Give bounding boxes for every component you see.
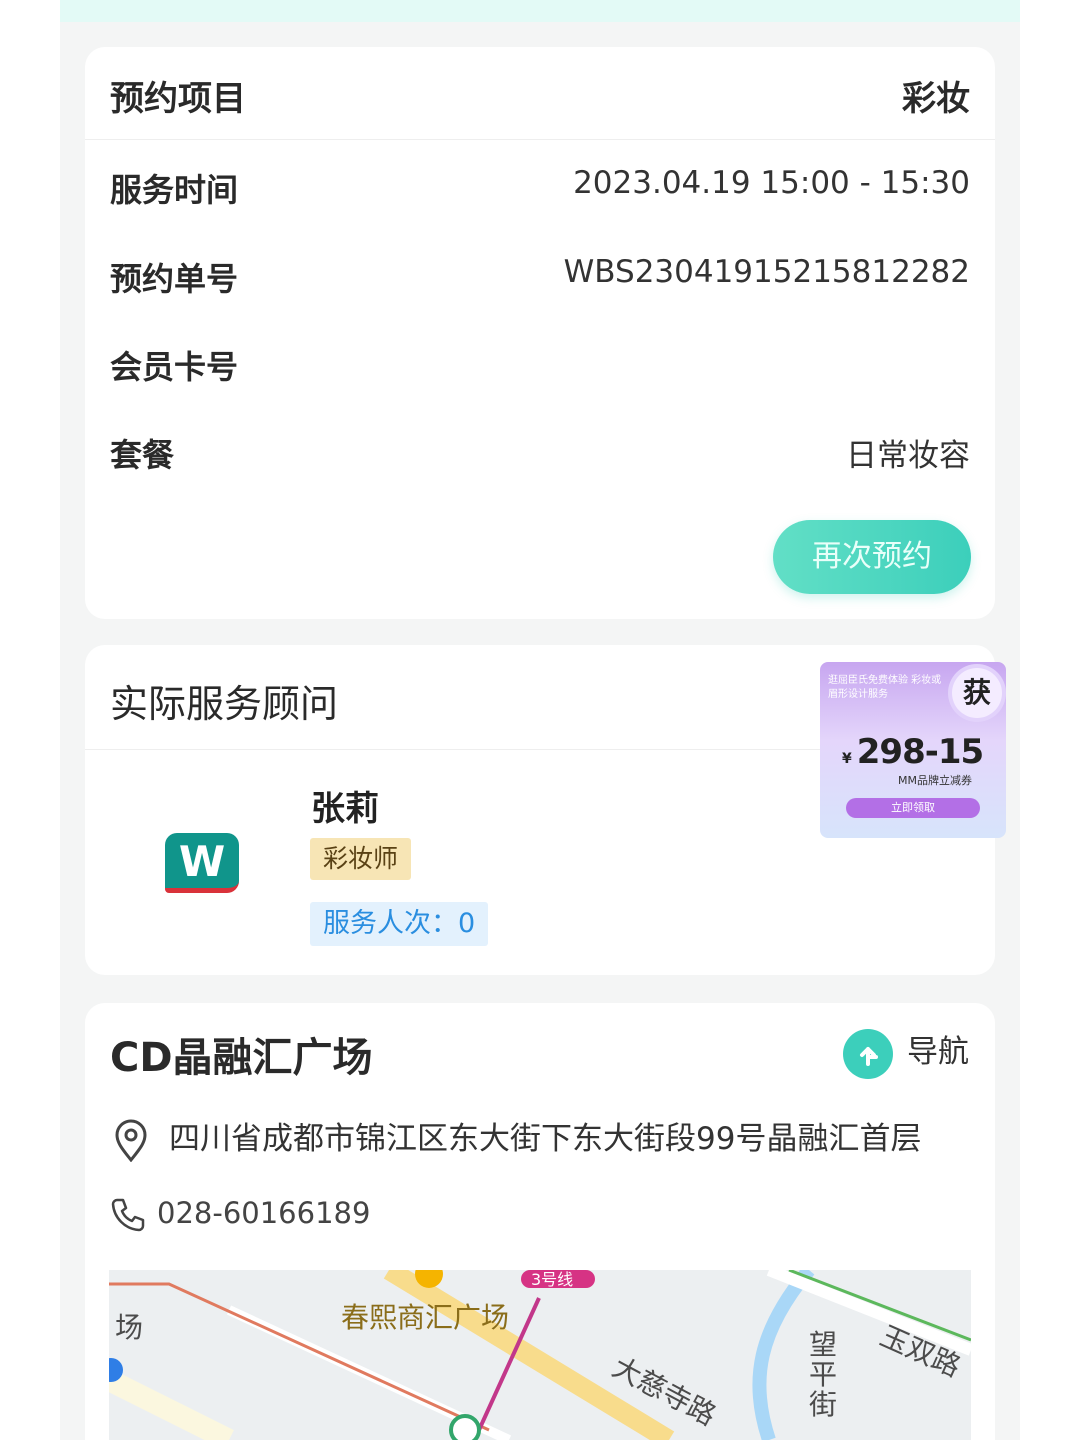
promo-coupon-widget[interactable]: 逛屈臣氏免费体验 彩妆或眉形设计服务 获 ¥298-15 MM品牌立减券 立即领… <box>820 662 1006 838</box>
member-card-label: 会员卡号 <box>110 348 239 386</box>
package-label: 套餐 <box>110 436 175 474</box>
consultant-name: 张莉 <box>311 789 379 829</box>
map-roads <box>109 1270 971 1440</box>
role-tag: 彩妆师 <box>310 838 412 880</box>
booking-item-value: 彩妆 <box>902 79 970 119</box>
map-label-metro-line3: 3号线 <box>531 1270 574 1289</box>
map-label-plaza-partial: 场 <box>115 1311 144 1344</box>
booking-number-value: WBS23041915215812282 <box>563 254 970 290</box>
promo-amount: 298-15 <box>856 732 984 772</box>
consultant-section-title: 实际服务顾问 <box>110 682 339 726</box>
top-strip <box>60 0 1020 22</box>
promo-claim-button[interactable]: 立即领取 <box>846 798 980 818</box>
watsons-logo: W <box>165 833 239 893</box>
package-value: 日常妆容 <box>846 438 970 474</box>
promo-amount-line: ¥298-15 <box>842 732 984 772</box>
map-label-chunxi: 春熙商汇广场 <box>341 1301 510 1334</box>
store-card: CD晶融汇广场 导航 四川省成都市锦江区东大街下东大街段99号晶融汇首层 028… <box>85 1003 995 1440</box>
service-count-tag: 服务人次：0 <box>310 902 489 946</box>
map-label-wangping-street: 望平街 <box>809 1328 838 1421</box>
booking-card: 预约项目 彩妆 服务时间 2023.04.19 15:00 - 15:30 预约… <box>85 47 995 619</box>
service-time-value: 2023.04.19 15:00 - 15:30 <box>573 165 970 201</box>
location-pin-icon <box>113 1118 149 1163</box>
booking-header: 预约项目 彩妆 <box>85 47 995 140</box>
navigation-label[interactable]: 导航 <box>907 1026 969 1071</box>
booking-number-label: 预约单号 <box>110 260 239 298</box>
store-phone[interactable]: 028-60166189 <box>157 1196 370 1230</box>
store-address: 四川省成都市锦江区东大街下东大街段99号晶融汇首层 <box>169 1121 922 1157</box>
promo-badge: 获 <box>952 668 1002 718</box>
store-name: CD晶融汇广场 <box>110 1035 373 1081</box>
promo-currency: ¥ <box>842 751 852 767</box>
booking-item-label: 预约项目 <box>110 79 246 119</box>
navigation-icon[interactable] <box>843 1029 893 1079</box>
promo-top-text: 逛屈臣氏免费体验 彩妆或眉形设计服务 <box>828 675 942 700</box>
promo-subtitle: MM品牌立减券 <box>898 774 972 787</box>
service-time-label: 服务时间 <box>110 171 239 209</box>
store-map[interactable]: 场 春熙商汇广场 3号线 大慈寺路 望平街 玉双路 <box>109 1270 971 1440</box>
rebook-button[interactable]: 再次预约 <box>773 520 971 594</box>
phone-icon[interactable] <box>109 1196 147 1234</box>
